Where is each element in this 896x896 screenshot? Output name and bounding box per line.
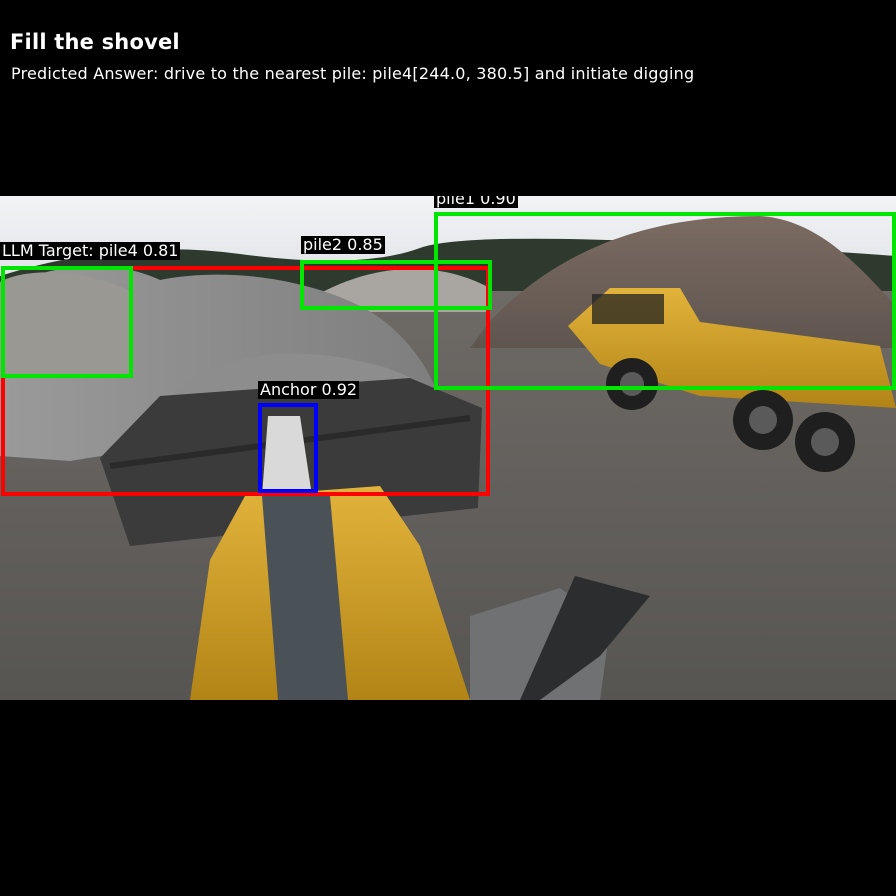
camera-frame: pile1 0.90 pile2 0.85 LLM Target: pile4 … xyxy=(0,196,896,700)
detection-label-pile2: pile2 0.85 xyxy=(301,235,385,254)
title: Fill the shovel xyxy=(10,30,180,54)
detection-box-pile2 xyxy=(300,260,492,310)
detection-box-anchor xyxy=(258,403,318,493)
detection-box-pile4 xyxy=(1,266,133,378)
predicted-answer: Predicted Answer: drive to the nearest p… xyxy=(11,64,695,83)
detection-label-pile4: LLM Target: pile4 0.81 xyxy=(0,241,181,260)
detection-box-pile1 xyxy=(434,212,896,390)
detection-label-anchor: Anchor 0.92 xyxy=(258,380,360,399)
detection-label-pile1: pile1 0.90 xyxy=(434,196,518,208)
